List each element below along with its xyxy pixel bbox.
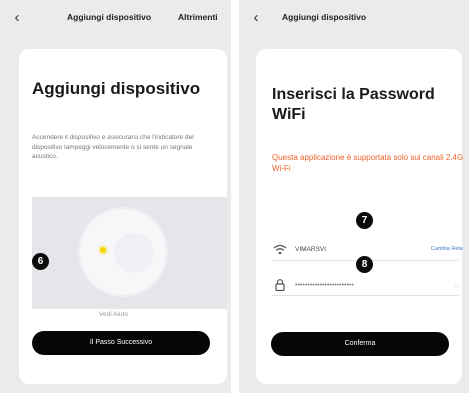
chevron-left-icon: ‹ [14,9,20,26]
password-row: ◡ [271,275,459,296]
nav-title: Aggiungi dispositivo [67,12,152,22]
next-step-button[interactable]: Il Passo Successivo [32,331,210,355]
help-link[interactable]: Vedi Aiuto [99,311,128,318]
left-phone-screen: ‹ Aggiungi dispositivo Altrimenti Aggiun… [0,0,231,393]
change-network-link[interactable]: Cambia Rete [431,246,463,252]
navbar: ‹ Aggiungi dispositivo Altrimenti [0,0,231,38]
content-card: Aggiungi dispositivo Accendere il dispos… [19,49,227,384]
step-badge: 7 [356,212,373,229]
page-title: Aggiungi dispositivo [32,79,201,98]
wifi-warning-text: Questa applicazione è supportata solo su… [272,153,464,173]
device-illustration [32,197,227,309]
password-field[interactable] [295,279,427,291]
step-badge: 8 [356,256,373,273]
nav-title: Aggiungi dispositivo [282,12,367,22]
divider [271,295,459,296]
page-title: Inserisci la Password WiFi [272,86,435,123]
right-phone-screen: ‹ Aggiungi dispositivo Inserisci la Pass… [239,0,469,393]
wifi-ssid: VIMARSVI [295,246,327,253]
device-button-ring [114,233,154,273]
eye-hidden-icon[interactable]: ◡ [454,281,459,288]
navbar: ‹ Aggiungi dispositivo [239,0,469,38]
wifi-icon [273,244,287,255]
led-indicator [100,247,106,253]
instructions-text: Accendere il dispositivo e assicurarsi c… [32,134,194,160]
step-badge: 6 [32,253,49,270]
chevron-left-icon: ‹ [253,9,259,26]
lock-icon [275,279,285,292]
confirm-button[interactable]: Conferma [271,332,449,356]
back-button[interactable]: ‹ [9,9,25,27]
device-image [80,209,166,295]
back-button[interactable]: ‹ [248,9,264,27]
otherwise-button[interactable]: Altrimenti [178,12,218,22]
